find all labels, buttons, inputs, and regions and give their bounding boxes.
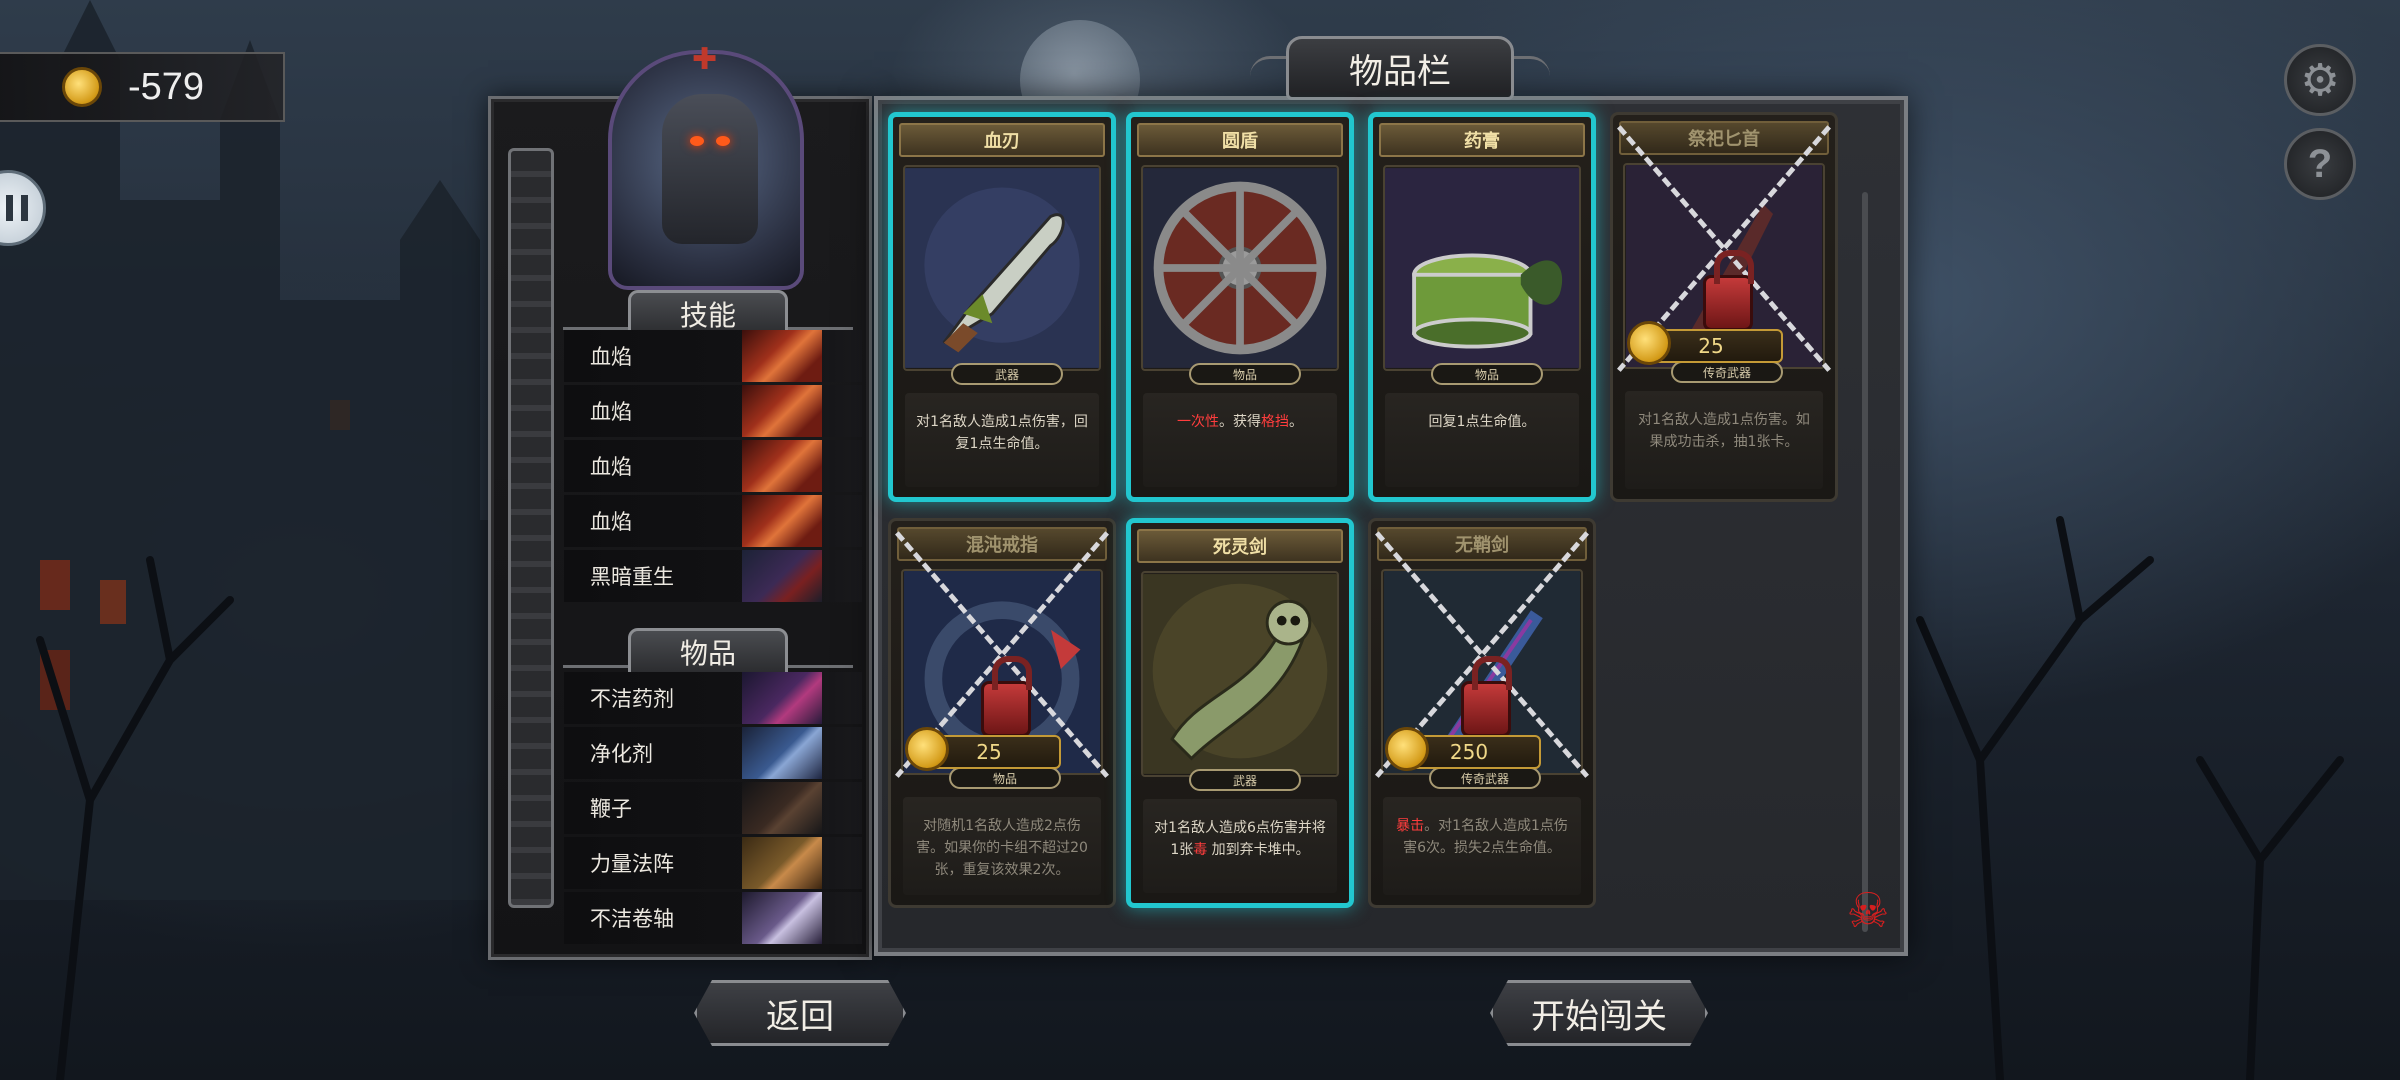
card-title: 无鞘剑 (1377, 527, 1587, 561)
skills-list: 血焰 血焰 血焰 血焰 黑暗重生 (564, 330, 862, 605)
card-type-badge: 传奇武器 (1429, 767, 1541, 789)
item-row[interactable]: 净化剂 (564, 727, 862, 779)
question-icon: ? (2307, 141, 2333, 186)
card-title: 祭祀匕首 (1619, 121, 1829, 155)
gold-coin-icon (905, 727, 949, 771)
item-thumbnail (742, 672, 822, 724)
padlock-icon (1461, 656, 1512, 737)
skill-row[interactable]: 血焰 (564, 440, 862, 492)
card-description-part: 暴击 (1396, 818, 1425, 834)
skill-row[interactable]: 血焰 (564, 330, 862, 382)
start-stage-button[interactable]: 开始闯关 (1490, 980, 1708, 1046)
card-description-part: 一次性 (1177, 414, 1219, 430)
item-card[interactable]: 无鞘剑 传奇武器 暴击。对1名敌人造成1点伤害6次。损失2点生命值。 250 (1368, 518, 1596, 908)
back-button[interactable]: 返回 (694, 980, 906, 1046)
skill-thumbnail (742, 495, 822, 547)
card-art (1383, 165, 1581, 371)
card-type-badge: 传奇武器 (1671, 361, 1783, 383)
skill-row[interactable]: 血焰 (564, 385, 862, 437)
card-title: 血刃 (899, 123, 1105, 157)
card-description: 对随机1名敌人造成2点伤害。如果你的卡组不超过20张，重复该效果2次。 (903, 797, 1101, 895)
card-title: 圆盾 (1137, 123, 1343, 157)
item-thumbnail (742, 782, 822, 834)
skill-thumbnail (742, 550, 822, 602)
item-label: 力量法阵 (590, 852, 674, 876)
panel-ornament (508, 148, 554, 908)
card-description-part: 加到弃卡堆中。 (1207, 842, 1310, 858)
gold-coin-icon (1627, 321, 1671, 365)
card-description-part: 毒 (1193, 842, 1208, 858)
skill-label: 血焰 (590, 455, 632, 479)
item-label: 不洁药剂 (590, 687, 674, 711)
card-description: 对1名敌人造成6点伤害并将1张毒 加到弃卡堆中。 (1143, 799, 1337, 893)
card-art (903, 165, 1101, 371)
items-list: 不洁药剂净化剂鞭子力量法阵不洁卷轴 (564, 672, 862, 947)
skull-icon: ☠ (1846, 883, 1890, 939)
hero-portrait (608, 50, 804, 290)
card-title: 药膏 (1379, 123, 1585, 157)
card-description: 暴击。对1名敌人造成1点伤害6次。损失2点生命值。 (1383, 797, 1581, 895)
settings-button[interactable]: ⚙ (2284, 44, 2356, 116)
card-description-part: 。获得 (1219, 414, 1261, 430)
skill-thumbnail (742, 440, 822, 492)
item-card[interactable]: 混沌戒指物品对随机1名敌人造成2点伤害。如果你的卡组不超过20张，重复该效果2次… (888, 518, 1116, 908)
padlock-icon (1703, 250, 1754, 331)
inventory-title: 物品栏 (1286, 36, 1514, 100)
item-card[interactable]: 圆盾物品一次性。获得格挡。 (1126, 112, 1354, 502)
card-type-badge: 物品 (1431, 363, 1543, 385)
item-thumbnail (742, 892, 822, 944)
card-description: 对1名敌人造成1点伤害，回复1点生命值。 (905, 393, 1099, 487)
skill-label: 血焰 (590, 510, 632, 534)
item-label: 净化剂 (590, 742, 653, 766)
card-type-badge: 物品 (949, 767, 1061, 789)
card-title: 混沌戒指 (897, 527, 1107, 561)
item-card[interactable]: 血刃武器对1名敌人造成1点伤害，回复1点生命值。 (888, 112, 1116, 502)
inventory-scrollbar[interactable] (1862, 192, 1868, 932)
card-description: 一次性。获得格挡。 (1143, 393, 1337, 487)
card-art (1141, 571, 1339, 777)
skill-thumbnail (742, 330, 822, 382)
items-header: 物品 (628, 628, 788, 676)
help-button[interactable]: ? (2284, 128, 2356, 200)
skill-row[interactable]: 黑暗重生 (564, 550, 862, 602)
item-row[interactable]: 鞭子 (564, 782, 862, 834)
item-row[interactable]: 不洁卷轴 (564, 892, 862, 944)
skill-label: 血焰 (590, 345, 632, 369)
card-art (1141, 165, 1339, 371)
card-type-badge: 物品 (1189, 363, 1301, 385)
item-label: 鞭子 (590, 797, 632, 821)
item-label: 不洁卷轴 (590, 907, 674, 931)
castle-silhouette (0, 0, 560, 900)
item-thumbnail (742, 837, 822, 889)
card-description: 对1名敌人造成1点伤害。如果成功击杀，抽1张卡。 (1625, 391, 1823, 489)
gold-coin-icon (62, 67, 102, 107)
item-thumbnail (742, 727, 822, 779)
gear-icon: ⚙ (2300, 54, 2340, 106)
gold-coin-icon (1385, 727, 1429, 771)
card-description-part: 格挡 (1261, 414, 1289, 430)
card-title: 死灵剑 (1137, 529, 1343, 563)
card-description: 回复1点生命值。 (1385, 393, 1579, 487)
card-description-part: 。对1名敌人造成1点伤害6次。损失2点生命值。 (1403, 818, 1568, 856)
item-card[interactable]: 药膏物品回复1点生命值。 (1368, 112, 1596, 502)
pause-icon (6, 195, 28, 221)
gold-counter: -579 (0, 52, 285, 122)
item-card[interactable]: 死灵剑武器对1名敌人造成6点伤害并将1张毒 加到弃卡堆中。 (1126, 518, 1354, 908)
item-card[interactable]: 祭祀匕首 传奇武器 对1名敌人造成1点伤害。如果成功击杀，抽1张卡。 25 (1610, 112, 1838, 502)
skill-label: 血焰 (590, 400, 632, 424)
skill-label: 黑暗重生 (590, 565, 674, 589)
item-row[interactable]: 力量法阵 (564, 837, 862, 889)
item-row[interactable]: 不洁药剂 (564, 672, 862, 724)
gold-amount: -579 (128, 65, 205, 108)
skill-row[interactable]: 血焰 (564, 495, 862, 547)
card-type-badge: 武器 (1189, 769, 1301, 791)
card-type-badge: 武器 (951, 363, 1063, 385)
skill-thumbnail (742, 385, 822, 437)
padlock-icon (981, 656, 1032, 737)
card-description-part: 。 (1289, 414, 1303, 430)
cross-icon: ✚ (692, 42, 718, 77)
